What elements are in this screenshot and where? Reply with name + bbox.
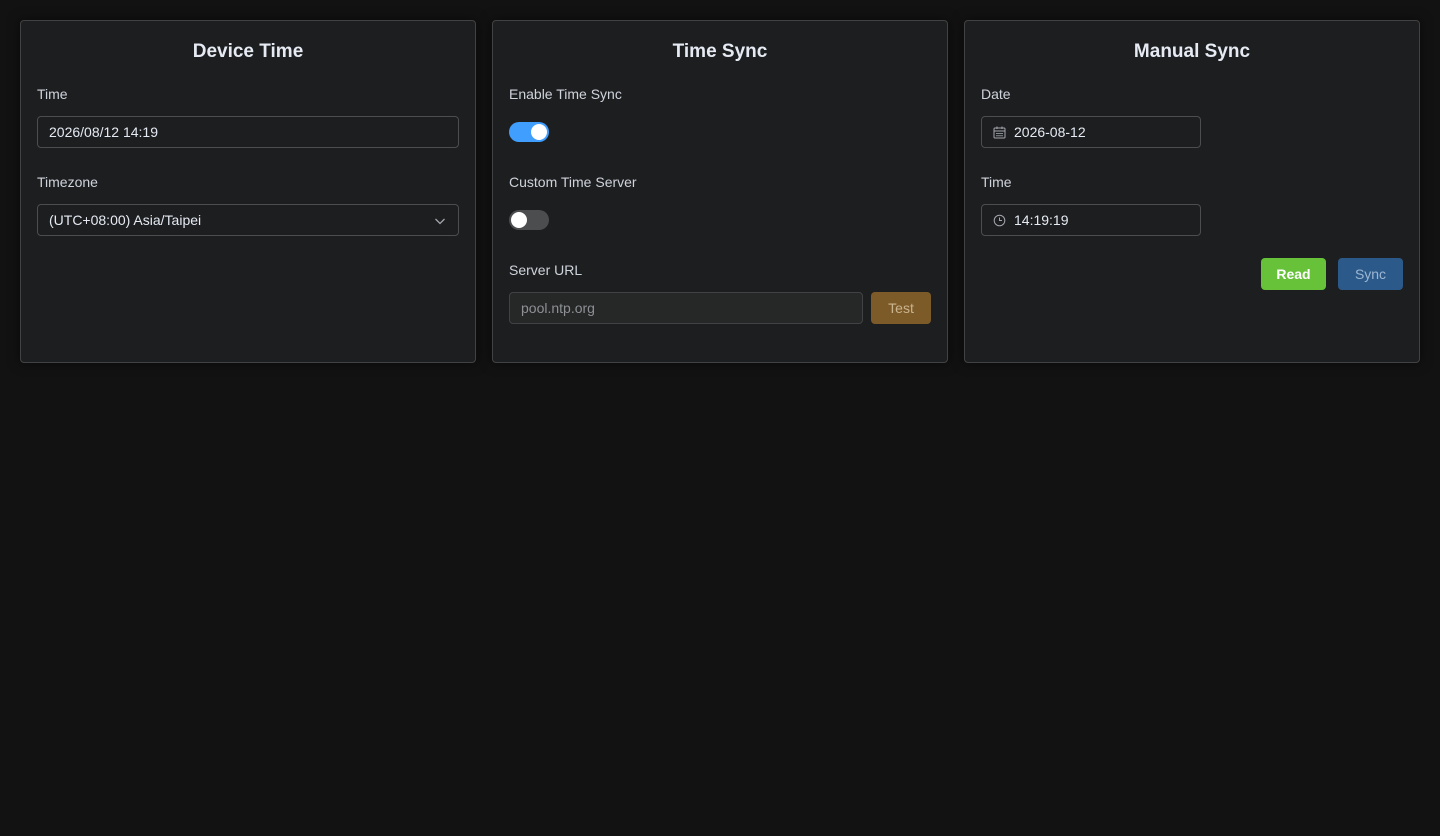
calendar-icon [993,126,1006,139]
switch-knob [511,212,527,228]
time-value: 14:19:19 [1014,212,1069,228]
time-sync-panel: Time Sync Enable Time Sync Custom Time S… [492,20,948,363]
timezone-label: Timezone [37,174,98,190]
timezone-select[interactable]: (UTC+08:00) Asia/Taipei [37,204,459,236]
manual-sync-panel: Manual Sync Date 2026-08-12 Time 14:19:1… [964,20,1420,363]
custom-time-server-label: Custom Time Server [509,174,637,190]
sync-button-label: Sync [1354,266,1387,282]
server-url-input[interactable]: pool.ntp.org [509,292,863,324]
device-time-panel: Device Time Time 2026/08/12 14:19 Timezo… [20,20,476,363]
device-time-field[interactable]: 2026/08/12 14:19 [37,116,459,148]
clock-icon [993,214,1006,227]
enable-time-sync-label: Enable Time Sync [509,86,622,102]
time-picker[interactable]: 14:19:19 [981,204,1201,236]
read-button-label: Read [1276,266,1311,282]
custom-time-server-switch[interactable] [509,210,549,230]
device-time-value: 2026/08/12 14:19 [49,124,158,140]
date-picker[interactable]: 2026-08-12 [981,116,1201,148]
enable-time-sync-switch[interactable] [509,122,549,142]
timezone-value: (UTC+08:00) Asia/Taipei [49,212,202,228]
time-sync-title: Time Sync [672,41,768,62]
test-button-label: Test [888,300,914,316]
device-time-title: Device Time [192,41,304,62]
test-button[interactable]: Test [871,292,931,324]
sync-button[interactable]: Sync [1338,258,1403,290]
time-label: Time [37,86,68,102]
read-button[interactable]: Read [1261,258,1326,290]
manual-time-label: Time [981,174,1012,190]
manual-sync-title: Manual Sync [1133,41,1251,62]
date-value: 2026-08-12 [1014,124,1086,140]
date-label: Date [981,86,1011,102]
switch-knob [531,124,547,140]
server-url-label: Server URL [509,262,583,278]
server-url-placeholder: pool.ntp.org [521,300,595,316]
chevron-down-icon [434,214,446,230]
